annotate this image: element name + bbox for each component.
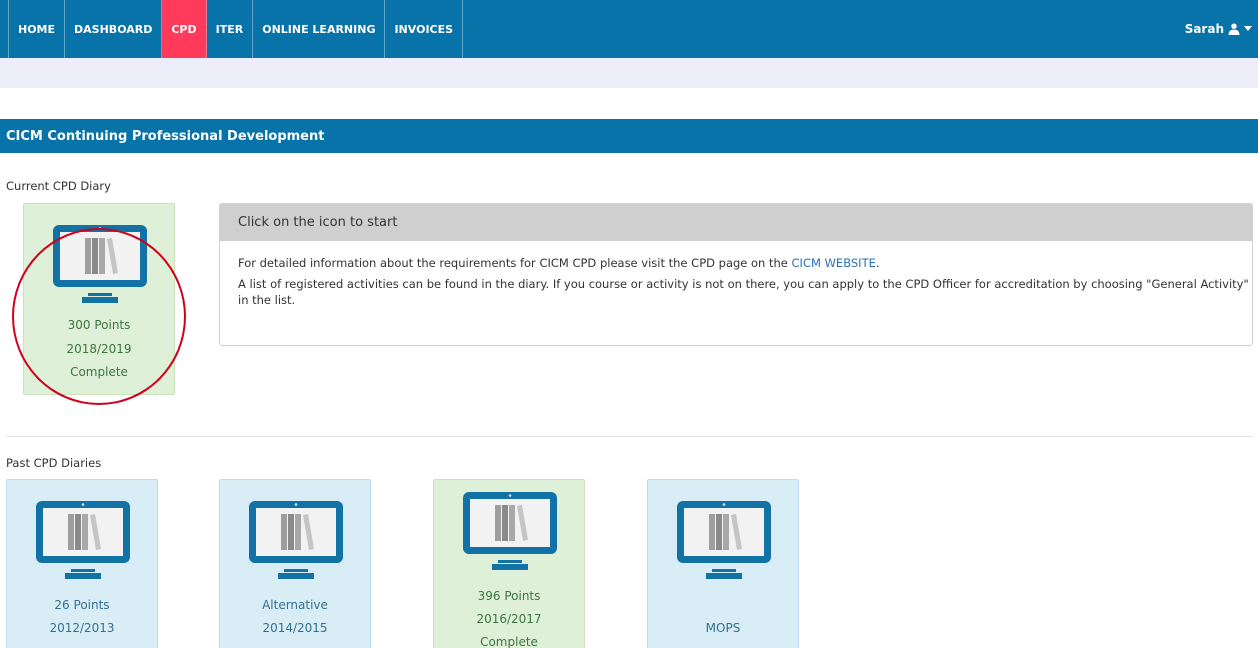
sub-navbar [0,58,1258,88]
past-diary-card[interactable]: 396 Points 2016/2017 Complete [433,479,585,648]
monitor-books-icon [463,492,557,570]
info-heading: Click on the icon to start [220,204,1252,241]
info-body: For detailed information about the requi… [220,241,1252,308]
section-title: CICM Continuing Professional Development [0,119,1258,153]
info-panel: Click on the icon to start For detailed … [219,203,1253,346]
info-paragraph-1: For detailed information about the requi… [238,256,880,270]
top-navbar: HOME DASHBOARD CPD ITER ONLINE LEARNING … [0,0,1258,58]
past-diary-title: MOPS [705,621,741,635]
past-diary-year: 2012/2013 [49,621,115,635]
past-diary-card[interactable]: Alternative 2014/2015 [219,479,371,648]
past-diary-card[interactable]: 26 Points 2012/2013 [6,479,158,648]
current-diary-status: Complete [70,365,128,379]
past-diaries-label: Past CPD Diaries [6,456,102,470]
info-paragraph-2: A list of registered activities can be f… [238,277,1249,307]
nav-dashboard[interactable]: DASHBOARD [65,0,163,58]
monitor-books-icon [249,501,343,579]
user-menu[interactable]: Sarah [1185,22,1252,36]
nav-home[interactable]: HOME [8,0,66,58]
current-diary-label: Current CPD Diary [6,179,111,193]
past-diary-year: 2016/2017 [476,612,542,626]
past-diary-card[interactable]: MOPS [647,479,799,648]
current-diary-points: 300 Points [67,318,131,332]
user-name: Sarah [1184,22,1224,36]
user-icon [1228,23,1240,35]
current-diary-year: 2018/2019 [66,342,132,356]
past-diary-type: Alternative [262,598,328,612]
monitor-books-icon [36,501,130,579]
section-divider [6,436,1252,437]
nav-invoices[interactable]: INVOICES [385,0,464,58]
past-diary-year: 2014/2015 [262,621,328,635]
monitor-books-icon [53,225,147,303]
past-diary-points: 26 Points [54,598,110,612]
nav-cpd[interactable]: CPD [162,0,207,58]
cicm-website-link[interactable]: CICM WEBSITE [792,256,876,270]
past-diary-status: Complete [480,635,538,648]
nav-online-learning[interactable]: ONLINE LEARNING [253,0,386,58]
monitor-books-icon [677,501,771,579]
past-diary-points: 396 Points [477,589,541,603]
nav-iter[interactable]: ITER [207,0,254,58]
nav-menu: HOME DASHBOARD CPD ITER ONLINE LEARNING … [8,0,464,58]
caret-down-icon [1244,26,1252,31]
current-diary-card[interactable]: 300 Points 2018/2019 Complete [23,203,175,395]
